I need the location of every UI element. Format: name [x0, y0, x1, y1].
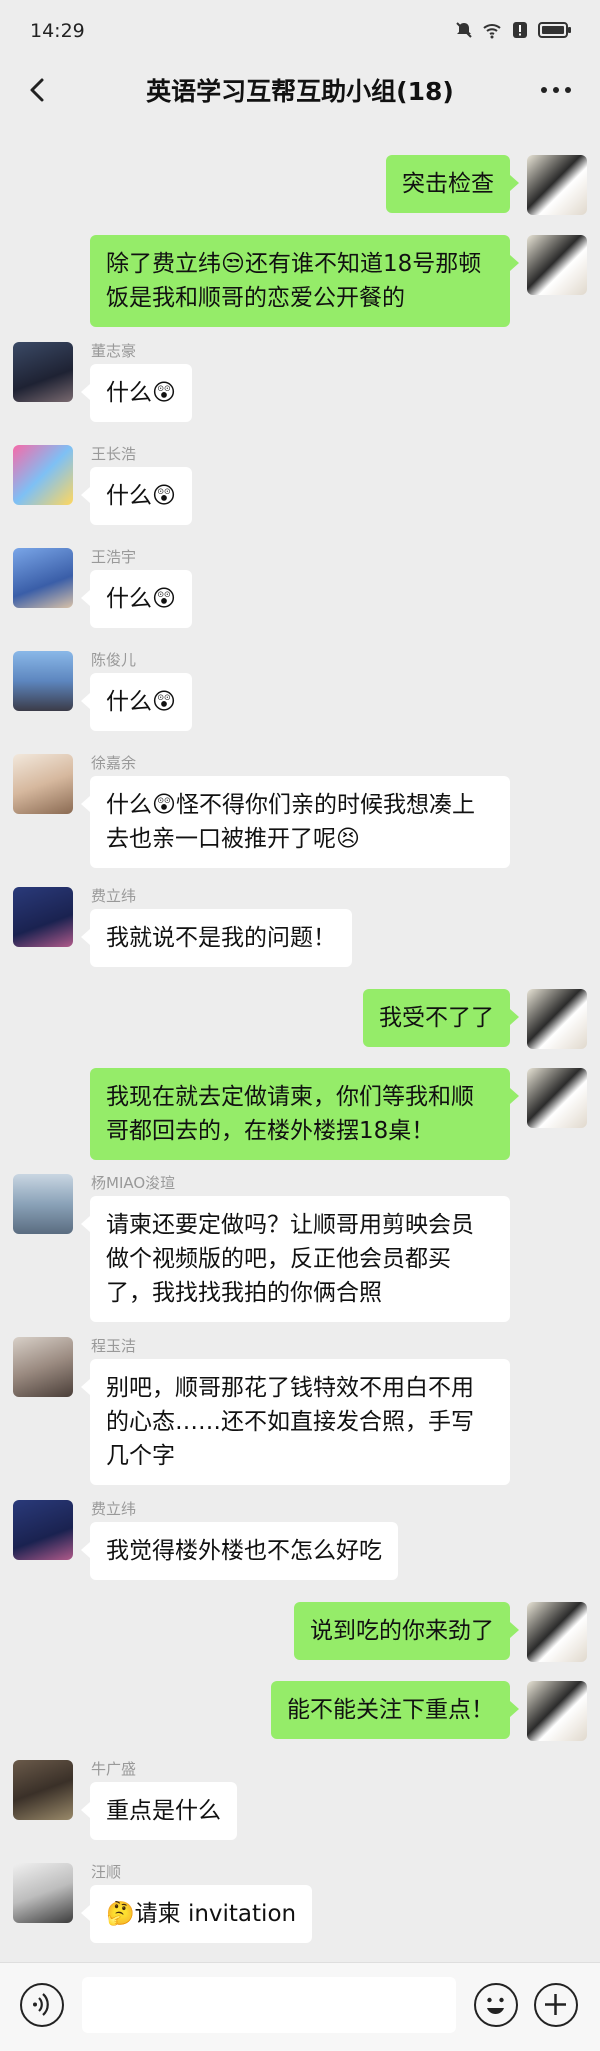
emoji-icon[interactable]: [474, 1983, 518, 2027]
avatar[interactable]: [527, 1681, 587, 1741]
message-bubble[interactable]: 什么😲: [81, 364, 192, 422]
avatar[interactable]: [13, 887, 73, 947]
sender-name: 陈俊儿: [91, 651, 137, 669]
sender-name: 杨MIAO浚瑄: [91, 1174, 176, 1192]
sender-name: 费立纬: [91, 1500, 137, 1518]
message-bubble[interactable]: 我就说不是我的问题！: [81, 909, 352, 967]
sender-name: 王长浩: [91, 445, 137, 463]
message-bubble[interactable]: 除了费立纬😒还有谁不知道18号那顿饭是我和顺哥的恋爱公开餐的: [90, 235, 519, 327]
avatar[interactable]: [527, 235, 587, 295]
sender-name: 程玉洁: [91, 1337, 137, 1355]
chat-header: 英语学习互帮互助小组(18): [0, 58, 600, 122]
avatar[interactable]: [13, 1174, 73, 1234]
message-bubble[interactable]: 突击检查: [386, 155, 519, 213]
message-bubble[interactable]: 什么😲: [81, 673, 192, 731]
status-bar: 14:29: [0, 0, 600, 58]
mute-icon: [456, 22, 472, 38]
voice-icon[interactable]: [20, 1983, 64, 2027]
chevron-left-icon[interactable]: [20, 68, 60, 112]
message-bubble[interactable]: 重点是什么: [81, 1782, 237, 1840]
message-bubble[interactable]: 我觉得楼外楼也不怎么好吃: [81, 1522, 398, 1580]
status-time: 14:29: [30, 20, 85, 42]
message-bubble[interactable]: 请柬还要定做吗？让顺哥用剪映会员做个视频版的吧，反正他会员都买了，我找找我拍的你…: [81, 1196, 510, 1322]
chat-title: 英语学习互帮互助小组(18): [146, 77, 454, 106]
chat-message-list[interactable]: 突击检查 除了费立纬😒还有谁不知道18号那顿饭是我和顺哥的恋爱公开餐的 董志豪 …: [0, 122, 600, 1962]
message-bubble[interactable]: 说到吃的你来劲了: [294, 1602, 519, 1660]
avatar[interactable]: [13, 548, 73, 608]
plus-icon[interactable]: [534, 1983, 578, 2027]
message-bubble[interactable]: 什么😲: [81, 467, 192, 525]
sender-name: 汪顺: [91, 1863, 122, 1881]
message-bubble[interactable]: 什么😲怪不得你们亲的时候我想凑上去也亲一口被推开了呢😣: [81, 776, 510, 868]
status-icons: [454, 20, 572, 40]
avatar[interactable]: [13, 342, 73, 402]
sender-name: 牛广盛: [91, 1760, 137, 1778]
wifi-icon: [483, 24, 501, 39]
more-dots-icon[interactable]: [534, 68, 578, 112]
message-bubble[interactable]: 我受不了了: [363, 989, 519, 1047]
avatar[interactable]: [527, 155, 587, 215]
sender-name: 费立纬: [91, 887, 137, 905]
sender-name: 徐嘉余: [91, 754, 137, 772]
avatar[interactable]: [13, 1863, 73, 1923]
avatar[interactable]: [13, 445, 73, 505]
message-bubble[interactable]: 我现在就去定做请柬，你们等我和顺哥都回去的，在楼外楼摆18桌！: [90, 1068, 519, 1160]
alert-icon: [513, 22, 527, 38]
avatar[interactable]: [13, 1337, 73, 1397]
message-bubble[interactable]: 别吧，顺哥那花了钱特效不用白不用的心态……还不如直接发合照，手写几个字: [81, 1359, 510, 1485]
avatar[interactable]: [13, 754, 73, 814]
avatar[interactable]: [13, 1760, 73, 1820]
message-bubble[interactable]: 能不能关注下重点！: [271, 1681, 519, 1739]
input-bar: [0, 1962, 600, 2051]
message-input[interactable]: [82, 1977, 456, 2033]
battery-icon: [538, 22, 571, 38]
avatar[interactable]: [527, 1602, 587, 1662]
message-bubble[interactable]: 什么😲: [81, 570, 192, 628]
sender-name: 王浩宇: [91, 548, 137, 566]
avatar[interactable]: [527, 1068, 587, 1128]
message-bubble[interactable]: 🤔请柬 invitation: [80, 1885, 313, 1943]
avatar[interactable]: [13, 651, 73, 711]
avatar[interactable]: [13, 1500, 73, 1560]
avatar[interactable]: [527, 989, 587, 1049]
sender-name: 董志豪: [91, 342, 137, 360]
